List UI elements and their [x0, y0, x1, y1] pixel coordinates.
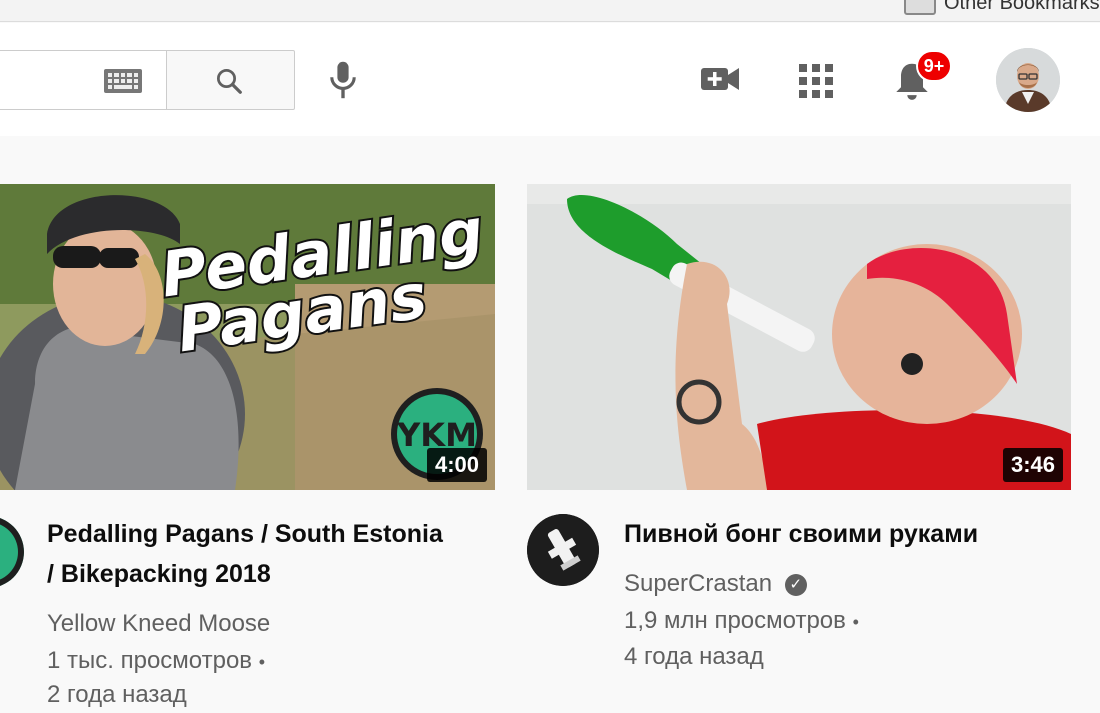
channel-name-2[interactable]: SuperCrastan [624, 570, 772, 597]
video-age-1: 2 года назад [47, 681, 187, 708]
bookmarks-bar: Other Bookmarks [0, 0, 1100, 22]
mic-icon[interactable] [326, 59, 360, 101]
video-duration-2: 3:46 [1002, 448, 1063, 482]
video-title-2[interactable]: Пивной бонг своими руками [624, 514, 1064, 554]
channel-avatar-1[interactable] [0, 516, 24, 588]
views-text-1: 1 тыс. просмотров [47, 647, 253, 674]
video-camera-plus-icon[interactable] [700, 65, 740, 93]
separator-1: • [258, 652, 266, 672]
channel-avatar-image-2 [527, 514, 599, 586]
video-thumbnail-2[interactable]: 3:46 [527, 184, 1071, 490]
folder-icon [904, 0, 936, 15]
channel-avatar-image-1 [0, 518, 24, 586]
channel-name-1[interactable]: Yellow Kneed Moose [47, 606, 270, 642]
verified-icon: ✓ [784, 574, 807, 596]
video-card-2[interactable]: 3:46 [527, 184, 1071, 490]
search-button[interactable] [166, 50, 295, 110]
views-text-2: 1,9 млн просмотров [624, 607, 846, 634]
video-title-1[interactable]: Pedalling Pagans / South Estonia / Bikep… [47, 514, 447, 594]
keyboard-icon[interactable] [104, 69, 142, 93]
thumbnail-image-2 [527, 184, 1071, 490]
notifications-badge: 9+ [916, 50, 952, 82]
video-thumbnail-1[interactable]: Pedalling Pagans YKM 4:00 [0, 184, 495, 490]
video-views-2: 1,9 млн просмотров • [624, 603, 859, 640]
masthead: 9+ [0, 23, 1100, 136]
video-views-1: 1 тыс. просмотров • [47, 643, 265, 680]
avatar-image [996, 48, 1060, 112]
search-icon [217, 69, 242, 94]
thumbnail-image-1: Pedalling Pagans YKM [0, 184, 495, 490]
video-age-2: 4 года назад [624, 643, 764, 670]
video-duration-1: 4:00 [426, 448, 487, 482]
bookmark-folder-other[interactable]: Other Bookmarks [904, 0, 1100, 15]
apps-grid-icon[interactable] [799, 64, 833, 98]
separator-2: • [852, 612, 859, 632]
channel-avatar-2[interactable] [527, 514, 599, 586]
channel-row-2: SuperCrastan ✓ [624, 566, 807, 602]
user-avatar[interactable] [996, 48, 1060, 112]
bookmark-folder-label: Other Bookmarks [944, 0, 1100, 14]
video-card-1[interactable]: Pedalling Pagans YKM 4:00 [0, 184, 495, 490]
